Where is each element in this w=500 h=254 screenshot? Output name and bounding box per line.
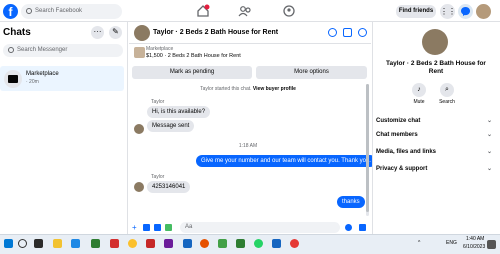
search-icon[interactable]: ⌕ bbox=[440, 83, 454, 97]
sender-avatar[interactable] bbox=[134, 124, 144, 134]
messenger-icon[interactable] bbox=[458, 4, 473, 19]
messenger-search-placeholder: Search Messenger bbox=[17, 47, 68, 53]
adobe-icon[interactable] bbox=[110, 239, 119, 248]
message-timestamp: 1:18 AM bbox=[238, 143, 258, 149]
search-label: Search bbox=[439, 99, 455, 105]
top-nav-bar: f Search Facebook Find friends ⋮⋮ 1 bbox=[0, 0, 500, 22]
gif-icon[interactable] bbox=[165, 224, 172, 231]
menu-grid-icon[interactable]: ⋮⋮ bbox=[440, 4, 456, 19]
conversation-time: · 20m bbox=[26, 79, 39, 85]
edge-icon[interactable] bbox=[71, 239, 80, 248]
emoji-icon[interactable] bbox=[345, 224, 352, 231]
plus-icon[interactable]: + bbox=[132, 224, 139, 232]
notification-center-icon[interactable] bbox=[487, 240, 496, 249]
contact-avatar[interactable] bbox=[422, 29, 448, 55]
search-icon[interactable] bbox=[18, 239, 27, 248]
message-bubble-incoming: Message sent bbox=[147, 120, 195, 132]
view-buyer-profile-link[interactable]: View buyer profile bbox=[253, 86, 296, 92]
message-sender: Taylor bbox=[151, 99, 165, 105]
photo-icon[interactable] bbox=[143, 224, 150, 231]
find-friends-button[interactable]: Find friends bbox=[396, 5, 436, 18]
chat-avatar[interactable] bbox=[134, 25, 150, 41]
chevron-down-icon: ⌄ bbox=[486, 149, 492, 155]
new-message-icon[interactable]: ✎ bbox=[109, 26, 122, 39]
row-label: Customize chat bbox=[376, 118, 421, 124]
message-bubble-outgoing: thanks bbox=[337, 196, 365, 208]
start-windows-icon[interactable] bbox=[4, 239, 13, 248]
listing-price[interactable]: $1,500 · 2 Beds 2 Bath House for Rent bbox=[146, 53, 241, 59]
sender-avatar[interactable] bbox=[134, 182, 144, 192]
privacy-support-row[interactable]: Privacy & support ⌄ bbox=[376, 162, 494, 176]
opera-icon[interactable] bbox=[290, 239, 299, 248]
more-options-button[interactable]: More options bbox=[256, 66, 367, 79]
app-icon-purple[interactable] bbox=[164, 239, 173, 248]
app-icon-green[interactable] bbox=[218, 239, 227, 248]
chat-scrollbar[interactable] bbox=[366, 84, 369, 216]
marketplace-store-icon bbox=[4, 70, 22, 88]
clock-time[interactable]: 1:40 AM bbox=[466, 236, 484, 242]
groups-icon[interactable] bbox=[282, 4, 296, 18]
row-label: Media, files and links bbox=[376, 149, 437, 155]
phone-icon[interactable] bbox=[328, 28, 337, 37]
chat-members-row[interactable]: Chat members ⌄ bbox=[376, 128, 494, 142]
sticker-icon[interactable] bbox=[154, 224, 161, 231]
mark-as-pending-button[interactable]: Mark as pending bbox=[132, 66, 252, 79]
home-icon[interactable] bbox=[196, 4, 210, 18]
message-bubble-outgoing: Give me your number and our team will co… bbox=[196, 155, 376, 167]
message-bubble-incoming: 4253146041 bbox=[147, 181, 191, 193]
facebook-logo[interactable]: f bbox=[3, 4, 18, 19]
listing-label: Marketplace bbox=[146, 46, 174, 52]
search-placeholder: Search Facebook bbox=[35, 8, 83, 14]
system-note-text: Taylor started this chat. bbox=[200, 86, 252, 92]
message-bubble-incoming: Hi, is this available? bbox=[147, 106, 211, 118]
conversation-item-marketplace[interactable]: Marketplace · 20m bbox=[0, 66, 124, 91]
like-icon[interactable] bbox=[359, 224, 366, 231]
excel-icon[interactable] bbox=[236, 239, 245, 248]
messenger-bubble-icon bbox=[461, 7, 470, 16]
mute-label: Mute bbox=[413, 99, 425, 105]
customize-chat-row[interactable]: Customize chat ⌄ bbox=[376, 114, 494, 128]
chrome-icon[interactable] bbox=[128, 239, 137, 248]
store-icon[interactable] bbox=[91, 239, 100, 248]
conversation-name: Marketplace bbox=[26, 71, 59, 77]
message-input[interactable]: Aa bbox=[180, 222, 340, 233]
app-icon-blue2[interactable] bbox=[272, 239, 281, 248]
language-indicator[interactable]: ENG bbox=[446, 240, 457, 246]
chats-title: Chats bbox=[3, 27, 31, 38]
media-files-links-row[interactable]: Media, files and links ⌄ bbox=[376, 145, 494, 159]
clock-date[interactable]: 6/10/2023 bbox=[463, 244, 485, 250]
system-note: Taylor started this chat. View buyer pro… bbox=[134, 86, 362, 92]
chevron-down-icon: ⌄ bbox=[486, 132, 492, 138]
app-icon-blue[interactable] bbox=[183, 239, 192, 248]
chat-title[interactable]: Taylor · 2 Beds 2 Bath House for Rent bbox=[153, 29, 278, 36]
file-explorer-icon[interactable] bbox=[53, 239, 62, 248]
video-icon[interactable] bbox=[343, 28, 352, 37]
mute-bell-icon[interactable]: ♪ bbox=[412, 83, 426, 97]
search-icon bbox=[8, 47, 14, 53]
app-icon-red[interactable] bbox=[146, 239, 155, 248]
whatsapp-icon[interactable] bbox=[254, 239, 263, 248]
contact-name: Taylor · 2 Beds 2 Bath House for Rent bbox=[386, 60, 486, 75]
info-icon[interactable] bbox=[358, 28, 367, 37]
listing-thumbnail[interactable] bbox=[134, 47, 145, 58]
chevron-down-icon: ⌄ bbox=[486, 118, 492, 124]
tray-chevron-icon[interactable]: ^ bbox=[418, 240, 420, 246]
facebook-search-input[interactable]: Search Facebook bbox=[21, 4, 122, 19]
search-icon bbox=[26, 8, 32, 14]
row-label: Privacy & support bbox=[376, 166, 428, 172]
row-label: Chat members bbox=[376, 132, 418, 138]
messenger-search-input[interactable]: Search Messenger bbox=[3, 44, 123, 57]
chevron-down-icon: ⌄ bbox=[486, 166, 492, 172]
profile-avatar[interactable] bbox=[476, 4, 491, 19]
scrollbar-thumb[interactable] bbox=[366, 84, 369, 212]
friends-icon[interactable] bbox=[238, 4, 252, 18]
task-view-icon[interactable] bbox=[34, 239, 43, 248]
message-sender: Taylor bbox=[151, 174, 165, 180]
app-icon-orange[interactable] bbox=[200, 239, 209, 248]
more-options-icon[interactable]: ··· bbox=[91, 26, 104, 39]
